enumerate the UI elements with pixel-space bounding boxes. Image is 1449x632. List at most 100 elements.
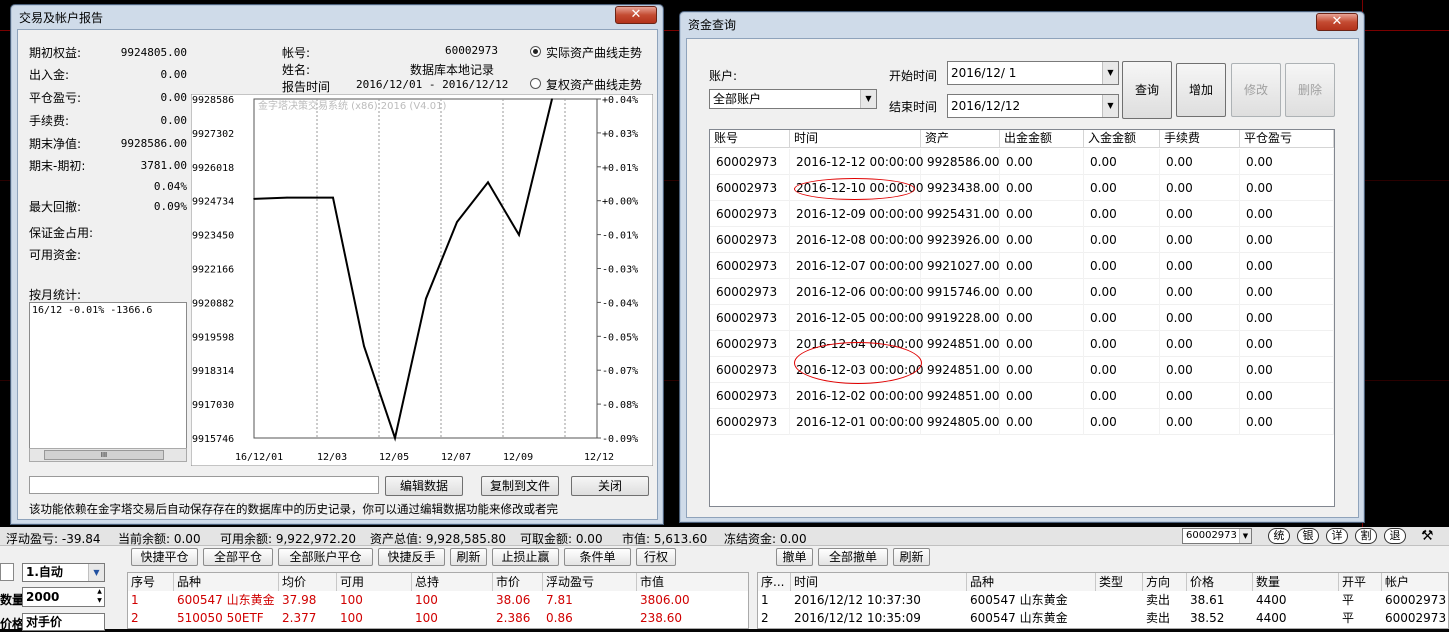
toolbar-button[interactable]: 刷新	[893, 548, 930, 566]
radio-actual[interactable]	[530, 46, 541, 57]
qty-stepper[interactable]: ▲ ▼	[94, 587, 105, 607]
toolbar-button[interactable]: 刷新	[450, 548, 487, 566]
column-header[interactable]: 时间	[790, 130, 921, 148]
toolbar-button[interactable]: 条件单	[564, 548, 631, 566]
status-toggle-icon[interactable]: 割	[1355, 528, 1377, 544]
table-row[interactable]: 60002973 2016-12-07 00:00:00 9921027.00 0.0…	[710, 253, 1334, 279]
table-row[interactable]: 60002973 2016-12-03 00:00:00 9924851.00 0.0…	[710, 357, 1334, 383]
chevron-down-icon[interactable]: ▼	[860, 90, 876, 108]
column-header[interactable]: 序...	[758, 573, 791, 591]
column-header[interactable]: 序号	[128, 573, 174, 591]
table-cell: 2016-12-10 00:00:00	[790, 175, 923, 201]
table-row[interactable]: 60002973 2016-12-02 00:00:00 9924851.00 0.0…	[710, 383, 1334, 409]
column-header[interactable]: 平仓盈亏	[1240, 130, 1334, 148]
table-row[interactable]: 60002973 2016-12-08 00:00:00 9923926.00 0.0…	[710, 227, 1334, 253]
toolbar-button[interactable]: 全部平仓	[203, 548, 273, 566]
status-toggle-icon[interactable]: 退	[1384, 528, 1406, 544]
table-cell: 0.00	[1240, 409, 1334, 435]
tools-icon[interactable]: ⚒	[1421, 528, 1434, 544]
table-row[interactable]: 1 2016/12/12 10:37:30 600547 山东黄金 卖出 38.61 44…	[758, 592, 1448, 609]
table-cell: 38.06	[496, 593, 531, 607]
table-row[interactable]: 2 2016/12/12 10:35:09 600547 山东黄金 卖出 38.52 44…	[758, 610, 1448, 627]
monthly-scrollbar[interactable]: III	[29, 448, 187, 462]
table-row[interactable]: 60002973 2016-12-04 00:00:00 9924851.00 0.0…	[710, 331, 1334, 357]
scroll-thumb[interactable]: III	[44, 450, 164, 460]
table-cell: 2.377	[282, 611, 317, 625]
column-header[interactable]: 品种	[174, 573, 279, 591]
delete-button[interactable]: 删除	[1285, 63, 1335, 117]
edit-data-button[interactable]: 编辑数据	[385, 476, 463, 496]
table-row[interactable]: 2 510050 50ETF 2.377 100 100 2.386 0.86 238.60	[128, 610, 748, 627]
price-input[interactable]: 对手价	[22, 613, 105, 631]
status-toggle-icon[interactable]: 详	[1326, 528, 1348, 544]
copy-to-file-button[interactable]: 复制到文件	[481, 476, 559, 496]
account-dropdown[interactable]: 60002973 ▼	[1182, 528, 1252, 544]
data-point	[518, 234, 520, 236]
column-header[interactable]: 手续费	[1160, 130, 1240, 148]
column-header[interactable]: 可用	[337, 573, 412, 591]
table-row[interactable]: 60002973 2016-12-09 00:00:00 9925431.00 0.0…	[710, 201, 1334, 227]
column-header[interactable]: 均价	[279, 573, 337, 591]
close-icon[interactable]: ✕	[615, 6, 657, 24]
toolbar-button[interactable]: 全部撤单	[818, 548, 888, 566]
column-header[interactable]: 价格	[1187, 573, 1253, 591]
toolbar-button[interactable]: 快捷平仓	[131, 548, 198, 566]
column-header[interactable]: 市值	[637, 573, 748, 591]
add-button[interactable]: 增加	[1176, 63, 1226, 117]
column-header[interactable]: 资产	[921, 130, 1000, 148]
column-header[interactable]: 品种	[967, 573, 1096, 591]
order-mode-select[interactable]: 1.自动 ▼	[22, 563, 105, 582]
status-toggle-icon[interactable]: 统	[1268, 528, 1290, 544]
chevron-down-icon[interactable]: ▼	[1102, 62, 1118, 84]
column-header[interactable]: 市价	[493, 573, 543, 591]
column-header[interactable]: 数量	[1253, 573, 1339, 591]
toolbar-button[interactable]: 行权	[636, 548, 676, 566]
chevron-down-icon[interactable]: ▼	[1102, 95, 1118, 117]
column-header[interactable]: 帐户	[1382, 573, 1448, 591]
toolbar-button[interactable]: 撤单	[776, 548, 813, 566]
column-header[interactable]: 浮动盈亏	[543, 573, 637, 591]
table-row[interactable]: 60002973 2016-12-10 00:00:00 9923438.00 0.0…	[710, 175, 1334, 201]
radio-restored[interactable]	[530, 78, 541, 89]
table-row[interactable]: 60002973 2016-12-01 00:00:00 9924805.00 0.0…	[710, 409, 1334, 435]
column-header[interactable]: 时间	[791, 573, 967, 591]
chevron-down-icon[interactable]: ▼	[1239, 529, 1251, 543]
end-date-picker[interactable]: 2016/12/12 ▼	[947, 94, 1119, 118]
table-row[interactable]: 1 600547 山东黄金 37.98 100 100 38.06 7.81 3806.00	[128, 592, 748, 609]
column-header[interactable]: 入金金额	[1084, 130, 1160, 148]
status-toggle-icon[interactable]: 银	[1297, 528, 1319, 544]
table-cell: 9924805.00	[921, 409, 1000, 435]
positions-table[interactable]: 序号 品种 均价 可用 总持 市价 浮动盈亏 市值 1 600547 山东黄金 37.98 100 10…	[127, 572, 749, 629]
column-header[interactable]: 开平	[1339, 573, 1382, 591]
close-report-button[interactable]: 关闭	[571, 476, 649, 496]
toolbar-button[interactable]: 全部账户平仓	[278, 548, 373, 566]
orders-table[interactable]: 序... 时间 品种 类型 方向 价格 数量 开平 帐户 1 2016/12/12 10:37:30…	[757, 572, 1449, 629]
monthly-list[interactable]: 16/12 -0.01% -1366.6	[29, 302, 187, 457]
chevron-down-icon[interactable]: ▼	[88, 564, 104, 581]
close-icon[interactable]: ✕	[1316, 13, 1358, 31]
query-button[interactable]: 查询	[1122, 61, 1172, 119]
toolbar-button[interactable]: 止损止赢	[492, 548, 559, 566]
modify-button[interactable]: 修改	[1231, 63, 1281, 117]
qty-input[interactable]: 2000	[22, 587, 105, 607]
table-cell: 0.00	[1000, 175, 1084, 201]
account-select[interactable]: 全部账户 ▼	[709, 89, 877, 109]
table-row[interactable]: 60002973 2016-12-05 00:00:00 9919228.00 0.0…	[710, 305, 1334, 331]
column-header[interactable]: 总持	[412, 573, 493, 591]
account-select-label: 账户:	[709, 69, 738, 83]
side-button[interactable]	[0, 563, 14, 581]
column-header[interactable]: 出金金额	[1000, 130, 1084, 148]
column-header[interactable]: 类型	[1096, 573, 1143, 591]
table-row[interactable]: 60002973 2016-12-06 00:00:00 9915746.00 0.0…	[710, 279, 1334, 305]
fund-table[interactable]: 账号 时间 资产 出金金额 入金金额 手续费 平仓盈亏 60002973 2016-12-12 …	[709, 129, 1335, 507]
report-titlebar[interactable]: 交易及帐户报告 ✕	[11, 5, 663, 29]
toolbar-button[interactable]: 快捷反手	[378, 548, 445, 566]
table-cell: 1	[761, 593, 769, 607]
table-row[interactable]: 60002973 2016-12-12 00:00:00 9928586.00 0.0…	[710, 149, 1334, 175]
column-header[interactable]: 方向	[1143, 573, 1187, 591]
fund-titlebar[interactable]: 资金查询 ✕	[680, 12, 1364, 36]
table-cell: 60002973	[710, 279, 790, 305]
start-date-picker[interactable]: 2016/12/ 1 ▼	[947, 61, 1119, 85]
x-tick-label: 12/12	[584, 452, 614, 463]
column-header[interactable]: 账号	[710, 130, 790, 148]
